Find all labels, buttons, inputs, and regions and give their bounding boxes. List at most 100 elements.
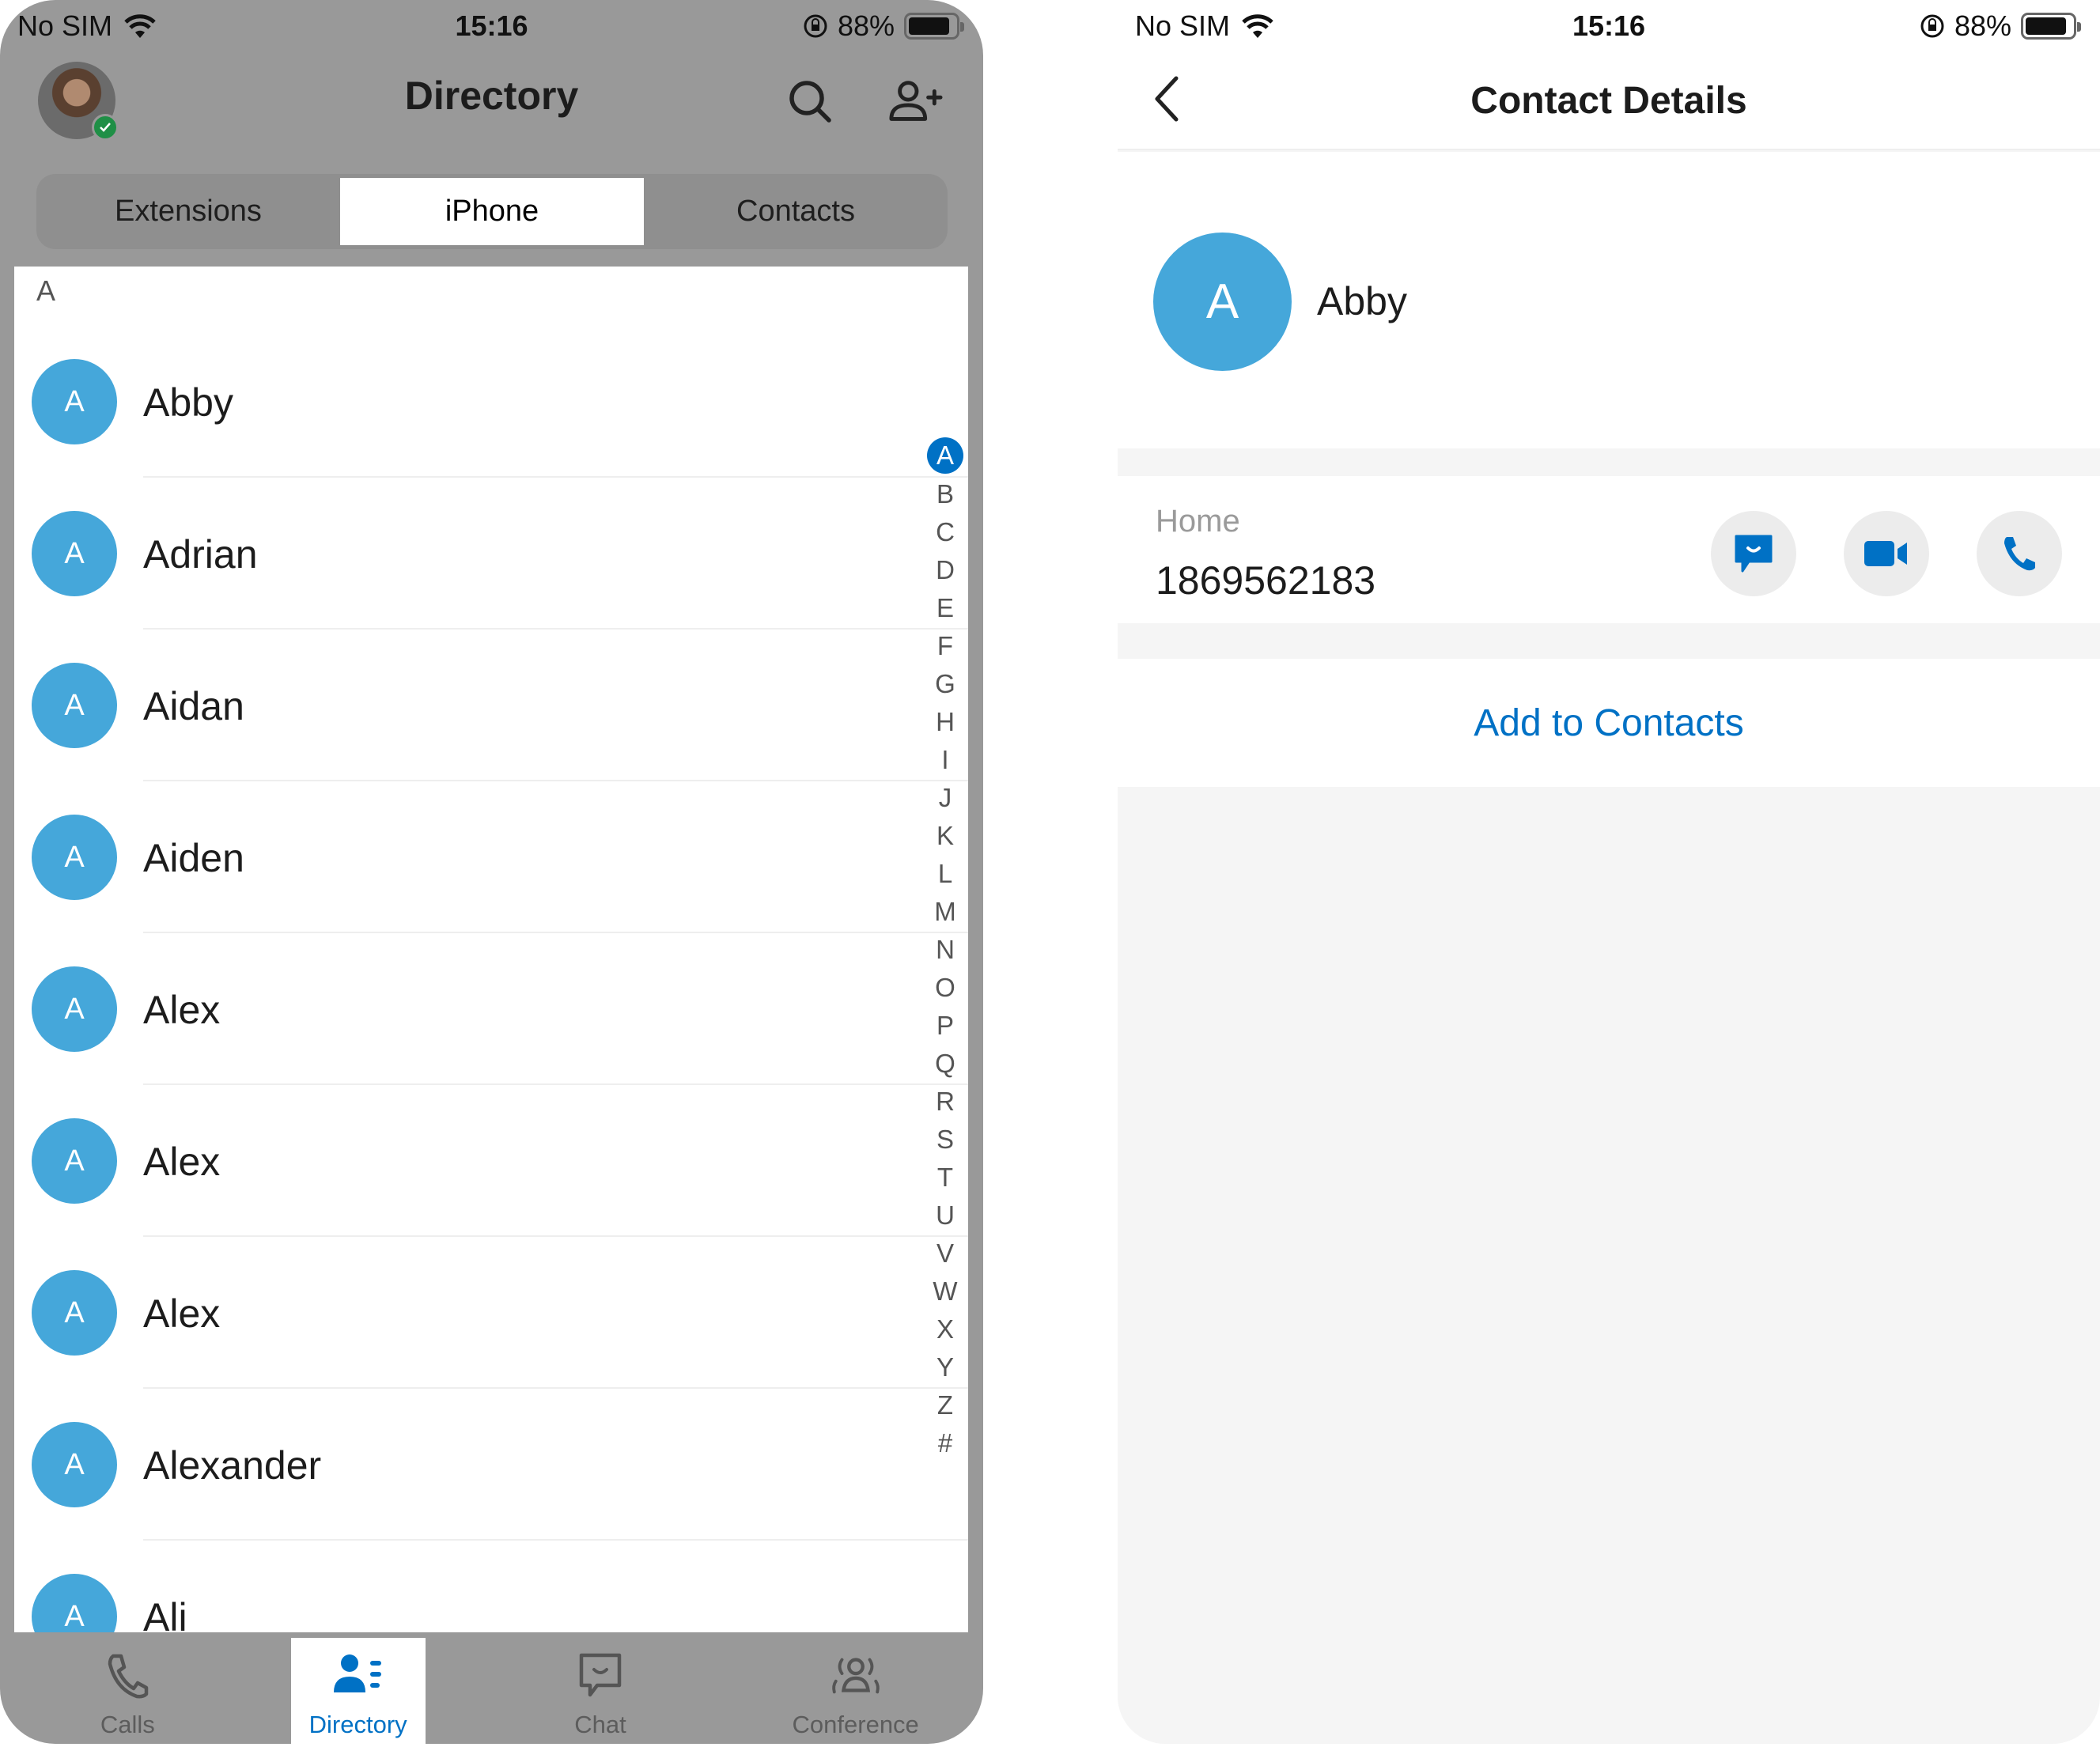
tab-label: Conference xyxy=(792,1711,919,1738)
tab-conference[interactable]: Conference xyxy=(728,1635,983,1744)
list-item[interactable]: A Ali xyxy=(14,1541,968,1632)
call-icon xyxy=(2004,537,2035,571)
contact-avatar: A xyxy=(32,359,117,444)
contact-avatar: A xyxy=(32,815,117,900)
orientation-lock-icon xyxy=(1920,14,1944,38)
alpha-index-letter[interactable]: T xyxy=(927,1159,963,1197)
contact-avatar: A xyxy=(32,1118,117,1204)
list-item[interactable]: A Adrian xyxy=(14,478,968,630)
battery-percent: 88% xyxy=(1954,9,2011,42)
contact-name: Abby xyxy=(143,380,233,425)
contact-name: Aidan xyxy=(143,684,244,728)
alpha-index-letter[interactable]: N xyxy=(927,931,963,969)
alphabet-index[interactable]: A B C D E F G H I J K L M N O P Q R S T U V W X Y Z # xyxy=(927,437,963,1462)
list-item[interactable]: A Aidan xyxy=(14,630,968,781)
battery-icon xyxy=(904,13,964,40)
battery-percent: 88% xyxy=(837,9,895,42)
list-item[interactable]: A Alexander xyxy=(14,1389,968,1541)
list-item[interactable]: A Alex xyxy=(14,933,968,1085)
list-item[interactable]: A Abby xyxy=(14,326,968,478)
add-contact-button[interactable] xyxy=(888,74,944,130)
alpha-index-letter[interactable]: Y xyxy=(927,1348,963,1386)
contact-list[interactable]: A A Abby A Adrian A Aidan A Aiden A Alex A Ale… xyxy=(14,267,968,1632)
contact-avatar: A xyxy=(32,1574,117,1632)
list-item[interactable]: A Aiden xyxy=(14,781,968,933)
page-title: Contact Details xyxy=(1470,80,1747,122)
contact-name: Alex xyxy=(143,988,221,1032)
alpha-index-letter[interactable]: X xyxy=(927,1310,963,1348)
alpha-index-letter[interactable]: V xyxy=(927,1235,963,1272)
status-bar: No SIM 15:16 88% xyxy=(0,0,983,51)
tab-label: Calls xyxy=(100,1711,155,1738)
alpha-index-letter[interactable]: Z xyxy=(927,1386,963,1424)
alpha-index-letter[interactable]: W xyxy=(927,1272,963,1310)
status-bar: No SIM 15:16 88% xyxy=(1118,0,2100,51)
contact-name: Abby xyxy=(1317,279,1407,323)
alpha-index-letter[interactable]: M xyxy=(927,893,963,931)
search-button[interactable] xyxy=(783,74,838,130)
contact-details-screen: No SIM 15:16 88% Contact Details A Abby … xyxy=(1118,0,2100,1744)
contact-name: Alex xyxy=(143,1291,221,1336)
directory-icon xyxy=(333,1654,381,1692)
orientation-lock-icon xyxy=(804,14,827,38)
call-button[interactable] xyxy=(1977,511,2062,596)
alpha-index-letter[interactable]: F xyxy=(927,627,963,665)
contact-avatar: A xyxy=(32,511,117,596)
directory-screen: No SIM 15:16 88% Directory Extensions iP… xyxy=(0,0,983,1744)
contact-name: Alexander xyxy=(143,1443,322,1488)
alpha-index-letter[interactable]: D xyxy=(927,551,963,589)
alpha-index-letter[interactable]: K xyxy=(927,817,963,855)
directory-header: Directory xyxy=(0,51,983,169)
chat-icon xyxy=(579,1653,622,1697)
tab-chat[interactable]: Chat xyxy=(473,1635,728,1744)
contact-name: Adrian xyxy=(143,532,258,577)
list-item[interactable]: A Alex xyxy=(14,1237,968,1389)
video-call-icon xyxy=(1864,541,1907,566)
add-contact-icon xyxy=(889,81,943,121)
contact-avatar: A xyxy=(32,1422,117,1507)
alpha-index-letter[interactable]: C xyxy=(927,513,963,551)
segment-extensions[interactable]: Extensions xyxy=(36,174,340,249)
tab-directory[interactable]: Directory xyxy=(290,1638,426,1744)
list-item[interactable]: A Alex xyxy=(14,1085,968,1237)
alpha-index-letter[interactable]: E xyxy=(927,589,963,627)
contact-avatar: A xyxy=(32,663,117,748)
alpha-index-letter[interactable]: B xyxy=(927,475,963,513)
phone-number: 1869562183 xyxy=(1156,558,1376,603)
alpha-index-letter[interactable]: U xyxy=(927,1197,963,1235)
alpha-index-letter[interactable]: A xyxy=(927,437,963,474)
contact-avatar: A xyxy=(1153,233,1292,371)
segment-iphone[interactable]: iPhone xyxy=(340,178,644,245)
alpha-index-letter[interactable]: O xyxy=(927,969,963,1007)
alpha-index-letter[interactable]: I xyxy=(927,741,963,779)
search-icon xyxy=(789,81,831,123)
tab-label: Chat xyxy=(574,1711,626,1738)
contact-avatar: A xyxy=(32,1270,117,1356)
contact-avatar: A xyxy=(32,966,117,1052)
alpha-index-letter[interactable]: G xyxy=(927,665,963,703)
add-to-contacts-button[interactable]: Add to Contacts xyxy=(1118,659,2100,787)
video-call-button[interactable] xyxy=(1844,511,1929,596)
alpha-index-letter[interactable]: S xyxy=(927,1121,963,1159)
alpha-index-letter[interactable]: J xyxy=(927,779,963,817)
alpha-index-letter[interactable]: # xyxy=(927,1424,963,1462)
phone-label: Home xyxy=(1156,504,1240,539)
alpha-index-letter[interactable]: R xyxy=(927,1083,963,1121)
phone-icon xyxy=(108,1654,149,1699)
add-to-contacts-label: Add to Contacts xyxy=(1474,701,1744,744)
message-button[interactable] xyxy=(1711,511,1796,596)
phone-number-card: Home 1869562183 xyxy=(1118,476,2100,623)
contact-name: Alex xyxy=(143,1140,221,1184)
section-header: A xyxy=(36,274,56,307)
tab-calls[interactable]: Calls xyxy=(0,1635,255,1744)
contact-name: Ali xyxy=(143,1595,187,1632)
alpha-index-letter[interactable]: H xyxy=(927,703,963,741)
alpha-index-letter[interactable]: L xyxy=(927,855,963,893)
tab-label: Directory xyxy=(308,1711,407,1738)
segment-contacts[interactable]: Contacts xyxy=(644,174,948,249)
bottom-tab-bar: Calls Directory Chat Conference xyxy=(0,1635,983,1744)
contact-header: A Abby xyxy=(1118,152,2100,448)
message-icon xyxy=(1735,535,1773,573)
alpha-index-letter[interactable]: P xyxy=(927,1007,963,1045)
alpha-index-letter[interactable]: Q xyxy=(927,1045,963,1083)
